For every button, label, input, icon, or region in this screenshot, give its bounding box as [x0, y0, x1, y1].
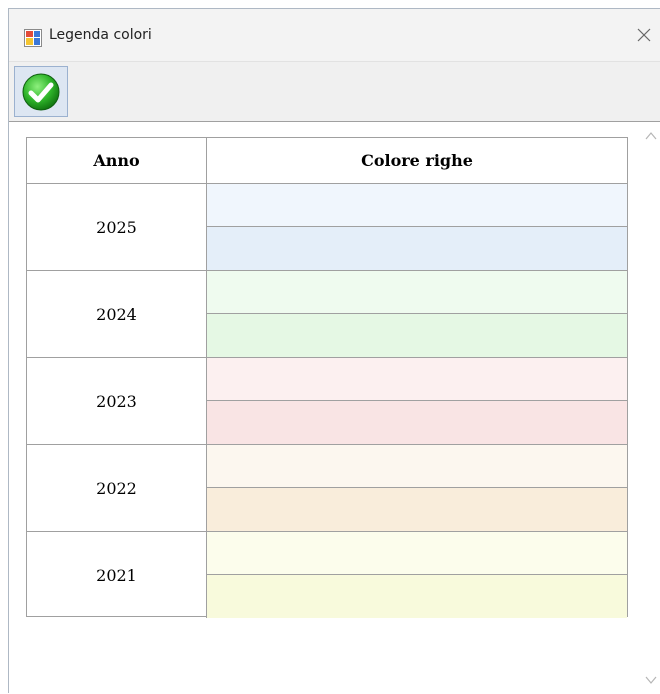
green-check-icon [22, 73, 60, 110]
color-legend-table: Anno Colore righe 2025 2024 2023 2022 20… [26, 137, 628, 619]
year-cell: 2022 [27, 445, 207, 531]
year-cell: 2025 [27, 184, 207, 270]
table-row: 2022 [27, 445, 627, 532]
color-swatch [207, 314, 627, 357]
table-row: 2023 [27, 358, 627, 445]
toolbar [9, 62, 660, 122]
color-swatch [207, 227, 627, 270]
header-row-color: Colore righe [361, 151, 473, 170]
scroll-down-chevron-icon[interactable] [645, 674, 657, 686]
color-swatch [207, 358, 627, 401]
color-swatch [207, 271, 627, 314]
window-title: Legenda colori [49, 27, 152, 43]
color-swatch [207, 488, 627, 531]
table-row: 2025 [27, 184, 627, 271]
vertical-scrollbar[interactable] [642, 122, 660, 694]
title-bar[interactable]: Legenda colori [9, 9, 660, 62]
year-cell: 2023 [27, 358, 207, 444]
color-swatch [207, 445, 627, 488]
content-area: Anno Colore righe 2025 2024 2023 2022 20… [9, 122, 660, 694]
scroll-up-chevron-icon[interactable] [645, 130, 657, 142]
app-window-icon [24, 29, 42, 47]
close-icon [637, 28, 651, 42]
year-cell: 2021 [27, 532, 207, 618]
color-swatch [207, 401, 627, 444]
table-row: 2024 [27, 271, 627, 358]
header-year: Anno [27, 138, 207, 183]
legend-dialog: Legenda colori Anno Colore righe 2025 20… [8, 8, 660, 694]
table-row: 2021 [27, 532, 627, 619]
close-button[interactable] [630, 21, 658, 49]
color-swatch [207, 184, 627, 227]
color-swatch [207, 532, 627, 575]
year-cell: 2024 [27, 271, 207, 357]
table-header: Anno Colore righe [27, 138, 627, 184]
confirm-button[interactable] [14, 66, 68, 117]
color-swatch [207, 575, 627, 618]
